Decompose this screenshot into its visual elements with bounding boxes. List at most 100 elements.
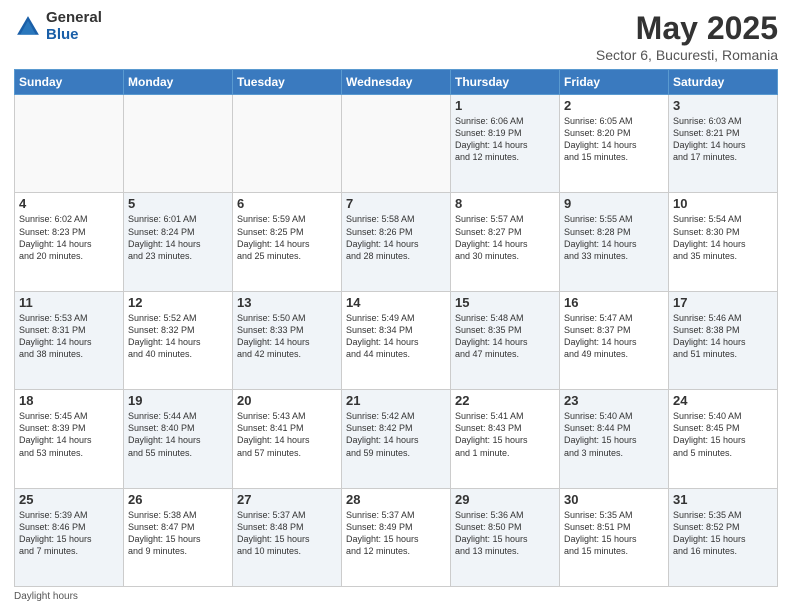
calendar-cell: 30 Sunrise: 5:35 AM Sunset: 8:51 PM Dayli… bbox=[560, 488, 669, 586]
calendar-cell: 24Sunrise: 5:40 AM Sunset: 8:45 PM Dayli… bbox=[669, 390, 778, 488]
cell-content: Sunrise: 5:49 AM Sunset: 8:34 PM Dayligh… bbox=[346, 312, 446, 361]
calendar-cell: 20 Sunrise: 5:43 AM Sunset: 8:41 PM Dayli… bbox=[233, 390, 342, 488]
cell-content: Sunrise: 5:45 AM Sunset: 8:39 PM Dayligh… bbox=[19, 410, 119, 459]
calendar-cell: 12 Sunrise: 5:52 AM Sunset: 8:32 PM Dayli… bbox=[124, 291, 233, 389]
calendar-cell: 17 Sunrise: 5:46 AM Sunset: 8:38 PM Dayli… bbox=[669, 291, 778, 389]
calendar-cell: 27 Sunrise: 5:37 AM Sunset: 8:48 PM Dayli… bbox=[233, 488, 342, 586]
day-number: 20 bbox=[237, 393, 337, 408]
calendar-cell: 14Sunrise: 5:49 AM Sunset: 8:34 PM Dayli… bbox=[342, 291, 451, 389]
cell-content: Sunrise: 5:54 AM Sunset: 8:30 PM Dayligh… bbox=[673, 213, 773, 262]
cell-content: Sunrise: 6:05 AM Sunset: 8:20 PM Dayligh… bbox=[564, 115, 664, 164]
calendar-cell: 26 Sunrise: 5:38 AM Sunset: 8:47 PM Dayli… bbox=[124, 488, 233, 586]
cell-content: Sunrise: 5:52 AM Sunset: 8:32 PM Dayligh… bbox=[128, 312, 228, 361]
day-number: 4 bbox=[19, 196, 119, 211]
calendar-cell: 19Sunrise: 5:44 AM Sunset: 8:40 PM Dayli… bbox=[124, 390, 233, 488]
cell-content: Sunrise: 5:35 AM Sunset: 8:52 PM Dayligh… bbox=[673, 509, 773, 558]
calendar-cell: 1 Sunrise: 6:06 AM Sunset: 8:19 PM Daylig… bbox=[451, 95, 560, 193]
cell-content: Sunrise: 5:38 AM Sunset: 8:47 PM Dayligh… bbox=[128, 509, 228, 558]
cell-content: Sunrise: 5:40 AM Sunset: 8:45 PM Dayligh… bbox=[673, 410, 773, 459]
day-number: 18 bbox=[19, 393, 119, 408]
calendar-cell: 22 Sunrise: 5:41 AM Sunset: 8:43 PM Dayli… bbox=[451, 390, 560, 488]
col-header-saturday: Saturday bbox=[669, 70, 778, 95]
day-number: 2 bbox=[564, 98, 664, 113]
calendar-cell: 25Sunrise: 5:39 AM Sunset: 8:46 PM Dayli… bbox=[15, 488, 124, 586]
day-number: 10 bbox=[673, 196, 773, 211]
cell-content: Sunrise: 5:47 AM Sunset: 8:37 PM Dayligh… bbox=[564, 312, 664, 361]
calendar-cell: 13Sunrise: 5:50 AM Sunset: 8:33 PM Dayli… bbox=[233, 291, 342, 389]
day-number: 13 bbox=[237, 295, 337, 310]
day-number: 8 bbox=[455, 196, 555, 211]
cell-content: Sunrise: 5:37 AM Sunset: 8:48 PM Dayligh… bbox=[237, 509, 337, 558]
cell-content: Sunrise: 5:39 AM Sunset: 8:46 PM Dayligh… bbox=[19, 509, 119, 558]
cell-content: Sunrise: 5:40 AM Sunset: 8:44 PM Dayligh… bbox=[564, 410, 664, 459]
day-number: 6 bbox=[237, 196, 337, 211]
calendar-cell: 18 Sunrise: 5:45 AM Sunset: 8:39 PM Dayli… bbox=[15, 390, 124, 488]
title-section: May 2025 Sector 6, Bucuresti, Romania bbox=[596, 10, 778, 63]
col-header-thursday: Thursday bbox=[451, 70, 560, 95]
calendar-week-3: 11Sunrise: 5:53 AM Sunset: 8:31 PM Dayli… bbox=[15, 291, 778, 389]
calendar-cell: 10 Sunrise: 5:54 AM Sunset: 8:30 PM Dayli… bbox=[669, 193, 778, 291]
cell-content: Sunrise: 5:48 AM Sunset: 8:35 PM Dayligh… bbox=[455, 312, 555, 361]
logo-text: General Blue bbox=[46, 10, 102, 43]
calendar-cell bbox=[342, 95, 451, 193]
day-number: 5 bbox=[128, 196, 228, 211]
col-header-monday: Monday bbox=[124, 70, 233, 95]
cell-content: Sunrise: 5:46 AM Sunset: 8:38 PM Dayligh… bbox=[673, 312, 773, 361]
calendar-cell: 9 Sunrise: 5:55 AM Sunset: 8:28 PM Daylig… bbox=[560, 193, 669, 291]
daylight-hours-label: Daylight hours bbox=[14, 591, 78, 602]
day-number: 17 bbox=[673, 295, 773, 310]
cell-content: Sunrise: 5:59 AM Sunset: 8:25 PM Dayligh… bbox=[237, 213, 337, 262]
day-number: 27 bbox=[237, 492, 337, 507]
calendar-table: SundayMondayTuesdayWednesdayThursdayFrid… bbox=[14, 69, 778, 587]
calendar-cell: 28 Sunrise: 5:37 AM Sunset: 8:49 PM Dayli… bbox=[342, 488, 451, 586]
day-number: 28 bbox=[346, 492, 446, 507]
day-number: 7 bbox=[346, 196, 446, 211]
calendar-cell: 2 Sunrise: 6:05 AM Sunset: 8:20 PM Daylig… bbox=[560, 95, 669, 193]
cell-content: Sunrise: 5:57 AM Sunset: 8:27 PM Dayligh… bbox=[455, 213, 555, 262]
day-number: 26 bbox=[128, 492, 228, 507]
logo-icon bbox=[14, 13, 42, 41]
day-number: 30 bbox=[564, 492, 664, 507]
cell-content: Sunrise: 5:58 AM Sunset: 8:26 PM Dayligh… bbox=[346, 213, 446, 262]
col-header-wednesday: Wednesday bbox=[342, 70, 451, 95]
calendar-cell: 21 Sunrise: 5:42 AM Sunset: 8:42 PM Dayli… bbox=[342, 390, 451, 488]
day-number: 29 bbox=[455, 492, 555, 507]
day-number: 16 bbox=[564, 295, 664, 310]
header: General Blue May 2025 Sector 6, Bucurest… bbox=[14, 10, 778, 63]
day-number: 12 bbox=[128, 295, 228, 310]
day-number: 9 bbox=[564, 196, 664, 211]
cell-content: Sunrise: 5:41 AM Sunset: 8:43 PM Dayligh… bbox=[455, 410, 555, 459]
cell-content: Sunrise: 5:44 AM Sunset: 8:40 PM Dayligh… bbox=[128, 410, 228, 459]
location-title: Sector 6, Bucuresti, Romania bbox=[596, 47, 778, 63]
cell-content: Sunrise: 5:35 AM Sunset: 8:51 PM Dayligh… bbox=[564, 509, 664, 558]
calendar-cell bbox=[233, 95, 342, 193]
calendar-week-5: 25Sunrise: 5:39 AM Sunset: 8:46 PM Dayli… bbox=[15, 488, 778, 586]
calendar-cell: 6 Sunrise: 5:59 AM Sunset: 8:25 PM Daylig… bbox=[233, 193, 342, 291]
calendar-cell bbox=[15, 95, 124, 193]
cell-content: Sunrise: 5:37 AM Sunset: 8:49 PM Dayligh… bbox=[346, 509, 446, 558]
day-number: 3 bbox=[673, 98, 773, 113]
cell-content: Sunrise: 5:36 AM Sunset: 8:50 PM Dayligh… bbox=[455, 509, 555, 558]
calendar-header-row: SundayMondayTuesdayWednesdayThursdayFrid… bbox=[15, 70, 778, 95]
calendar-week-4: 18 Sunrise: 5:45 AM Sunset: 8:39 PM Dayli… bbox=[15, 390, 778, 488]
cell-content: Sunrise: 6:03 AM Sunset: 8:21 PM Dayligh… bbox=[673, 115, 773, 164]
cell-content: Sunrise: 5:42 AM Sunset: 8:42 PM Dayligh… bbox=[346, 410, 446, 459]
cell-content: Sunrise: 6:06 AM Sunset: 8:19 PM Dayligh… bbox=[455, 115, 555, 164]
cell-content: Sunrise: 5:53 AM Sunset: 8:31 PM Dayligh… bbox=[19, 312, 119, 361]
calendar-cell: 29 Sunrise: 5:36 AM Sunset: 8:50 PM Dayli… bbox=[451, 488, 560, 586]
day-number: 1 bbox=[455, 98, 555, 113]
day-number: 22 bbox=[455, 393, 555, 408]
logo: General Blue bbox=[14, 10, 102, 43]
day-number: 21 bbox=[346, 393, 446, 408]
calendar-cell: 15Sunrise: 5:48 AM Sunset: 8:35 PM Dayli… bbox=[451, 291, 560, 389]
calendar-cell: 16 Sunrise: 5:47 AM Sunset: 8:37 PM Dayli… bbox=[560, 291, 669, 389]
col-header-sunday: Sunday bbox=[15, 70, 124, 95]
cell-content: Sunrise: 5:55 AM Sunset: 8:28 PM Dayligh… bbox=[564, 213, 664, 262]
logo-general-label: General bbox=[46, 10, 102, 27]
calendar-cell: 4Sunrise: 6:02 AM Sunset: 8:23 PM Daylig… bbox=[15, 193, 124, 291]
page: General Blue May 2025 Sector 6, Bucurest… bbox=[0, 0, 792, 612]
calendar-cell bbox=[124, 95, 233, 193]
day-number: 23 bbox=[564, 393, 664, 408]
calendar-cell: 7 Sunrise: 5:58 AM Sunset: 8:26 PM Daylig… bbox=[342, 193, 451, 291]
cell-content: Sunrise: 5:43 AM Sunset: 8:41 PM Dayligh… bbox=[237, 410, 337, 459]
